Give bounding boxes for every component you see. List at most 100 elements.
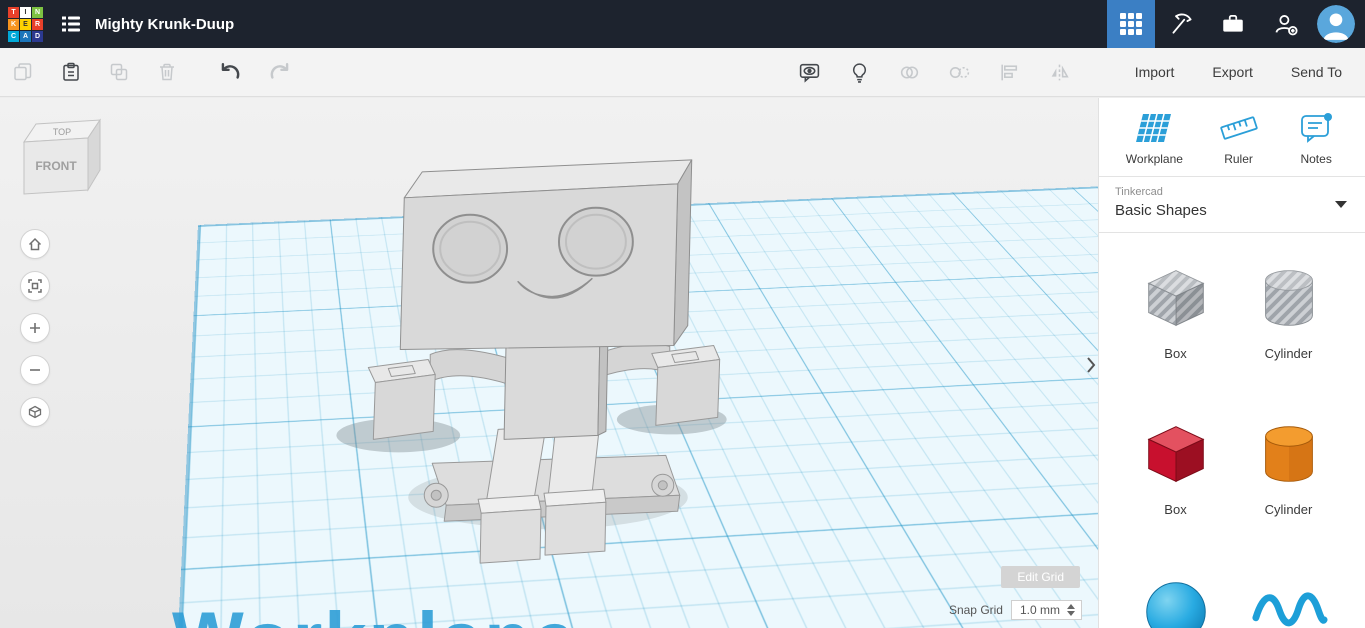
logo-letter-cell: D <box>32 31 43 42</box>
shape-cylinder-hole[interactable]: Cylinder <box>1232 259 1345 361</box>
toolbar: Import Export Send To <box>0 48 1365 97</box>
snap-grid-label: Snap Grid <box>949 603 1003 617</box>
logo-letter-cell: T <box>8 7 19 18</box>
edit-grid-button[interactable]: Edit Grid <box>1001 566 1080 588</box>
fit-view-icon <box>27 278 43 294</box>
notes-icon <box>1294 110 1338 146</box>
show-annotations-button[interactable] <box>798 61 821 84</box>
snap-grid-select[interactable]: 1.0 mm <box>1011 600 1082 620</box>
tinkercad-logo[interactable]: T I N K E R C A D <box>8 7 43 42</box>
plus-icon <box>27 320 43 336</box>
scribble-blue-icon <box>1250 571 1328 628</box>
send-to-button[interactable]: Send To <box>1276 56 1357 88</box>
design-title[interactable]: Mighty Krunk-Duup <box>95 16 1107 33</box>
panel-collapse-handle[interactable] <box>1084 350 1098 380</box>
shape-box-hole[interactable]: Box <box>1119 259 1232 361</box>
robot-model[interactable] <box>336 160 726 563</box>
copy-button[interactable] <box>12 61 34 83</box>
shape-cylinder-solid[interactable]: Cylinder <box>1232 415 1345 517</box>
account-avatar[interactable] <box>1317 5 1355 43</box>
zoom-out-button[interactable] <box>20 355 50 385</box>
copy-icon <box>12 61 34 83</box>
panel-tools-row: Workplane Ruler Notes <box>1099 98 1365 177</box>
group-icon <box>898 61 921 84</box>
sphere-blue-icon <box>1137 571 1215 628</box>
ruler-icon <box>1217 110 1261 146</box>
snap-grid-value: 1.0 mm <box>1020 603 1060 617</box>
pickaxe-icon <box>1168 11 1194 37</box>
dashboard-grid-button[interactable] <box>1107 0 1155 48</box>
edit-tools-group <box>12 48 292 96</box>
logo-letter-cell: A <box>20 31 31 42</box>
chevron-right-icon <box>1086 356 1096 374</box>
align-button[interactable] <box>998 61 1021 84</box>
export-button[interactable]: Export <box>1197 56 1267 88</box>
paste-button[interactable] <box>60 61 82 83</box>
import-button[interactable]: Import <box>1120 56 1190 88</box>
topbar: T I N K E R C A D Mighty Krunk-Duup <box>0 0 1365 48</box>
shape-box-solid[interactable]: Box <box>1119 415 1232 517</box>
cylinder-orange-icon <box>1250 415 1328 493</box>
redo-icon <box>268 60 292 84</box>
tinkercad-app: T I N K E R C A D Mighty Krunk-Duup Impo… <box>0 0 1365 628</box>
box-hole-icon <box>1137 259 1215 337</box>
view-tools-column <box>20 229 50 427</box>
duplicate-icon <box>108 61 130 83</box>
redo-button[interactable] <box>268 60 292 84</box>
shape-library-dropdown[interactable]: Tinkercad Basic Shapes <box>1099 177 1365 233</box>
shape-grid: Box Cylinder Box Cylinder <box>1099 233 1365 628</box>
ruler-tool-label: Ruler <box>1224 152 1253 166</box>
cylinder-hole-icon <box>1250 259 1328 337</box>
fit-view-button[interactable] <box>20 271 50 301</box>
io-buttons-group: Import Export Send To <box>1120 48 1357 96</box>
perspective-toggle-button[interactable] <box>20 397 50 427</box>
shape-sphere[interactable] <box>1119 571 1232 628</box>
briefcase-icon <box>1220 11 1246 37</box>
ruler-tool[interactable]: Ruler <box>1217 110 1261 166</box>
minus-icon <box>27 362 43 378</box>
portfolio-briefcase-button[interactable] <box>1207 0 1259 48</box>
library-name: Tinkercad <box>1115 186 1349 198</box>
logo-letter-cell: N <box>32 7 43 18</box>
group-button[interactable] <box>898 61 921 84</box>
logo-letter-cell: R <box>32 19 43 30</box>
shape-scribble[interactable] <box>1232 571 1345 628</box>
view-tools-group <box>798 48 1071 96</box>
list-icon <box>59 12 83 36</box>
stepper-carets-icon <box>1067 604 1075 616</box>
add-collaborator-button[interactable] <box>1259 0 1311 48</box>
blocks-pickaxe-button[interactable] <box>1155 0 1207 48</box>
person-plus-icon <box>1272 11 1299 38</box>
viewport-canvas[interactable]: Workplane <box>0 98 1098 628</box>
mirror-flip-icon <box>1048 61 1071 84</box>
tips-button[interactable] <box>848 61 871 84</box>
zoom-in-button[interactable] <box>20 313 50 343</box>
shape-label: Box <box>1164 346 1186 361</box>
annotation-eye-icon <box>798 61 821 84</box>
robot-model-layer <box>0 98 1098 628</box>
category-name: Basic Shapes <box>1115 202 1349 219</box>
notes-tool[interactable]: Notes <box>1294 110 1338 166</box>
design-menu-button[interactable] <box>51 0 91 48</box>
home-icon <box>27 236 43 252</box>
undo-icon <box>218 60 242 84</box>
logo-letter-cell: K <box>8 19 19 30</box>
duplicate-button[interactable] <box>108 61 130 83</box>
viewcube-top-label: TOP <box>53 127 71 137</box>
undo-button[interactable] <box>218 60 242 84</box>
workplane-tool-label: Workplane <box>1126 152 1183 166</box>
lightbulb-icon <box>848 61 871 84</box>
home-view-button[interactable] <box>20 229 50 259</box>
mirror-button[interactable] <box>1048 61 1071 84</box>
notes-tool-label: Notes <box>1300 152 1331 166</box>
ortho-cube-icon <box>27 404 43 420</box>
grid-tiles-icon <box>1119 12 1143 36</box>
workplane-tool[interactable]: Workplane <box>1126 110 1183 166</box>
topbar-actions <box>1107 0 1365 48</box>
view-cube[interactable]: TOP FRONT <box>16 106 116 206</box>
workplane-grid-icon <box>1132 110 1176 146</box>
chevron-down-icon <box>1335 201 1347 208</box>
delete-button[interactable] <box>156 61 178 83</box>
ungroup-button[interactable] <box>948 61 971 84</box>
shape-label: Cylinder <box>1265 502 1313 517</box>
